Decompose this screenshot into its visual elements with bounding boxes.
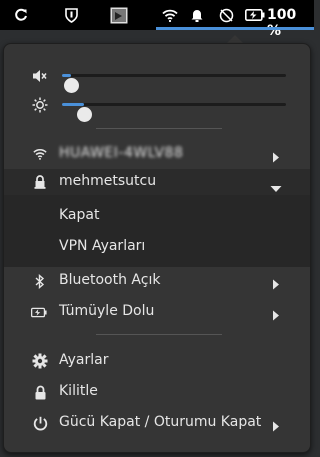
chevron-right-icon xyxy=(272,275,280,294)
vpn-lock-icon xyxy=(32,174,48,190)
chevron-right-icon xyxy=(272,148,280,167)
lock-icon xyxy=(32,384,48,400)
battery-menu-item[interactable]: Tümüyle Dolu xyxy=(4,296,310,327)
power-icon xyxy=(32,415,48,431)
bluetooth-label: Bluetooth Açık xyxy=(59,272,161,288)
brightness-slider[interactable] xyxy=(62,103,286,122)
brightness-icon xyxy=(32,97,48,117)
vpn-disconnect-item[interactable]: Kapat xyxy=(4,200,310,231)
wifi-icon xyxy=(32,146,48,162)
gear-icon xyxy=(32,353,48,369)
volume-slider-knob[interactable] xyxy=(64,78,79,93)
refresh-icon[interactable] xyxy=(12,0,30,30)
vpn-label: mehmetsutcu xyxy=(59,173,157,189)
vpn-settings-label: VPN Ayarları xyxy=(59,238,146,254)
separator xyxy=(96,334,222,335)
battery-label: Tümüyle Dolu xyxy=(59,303,155,319)
power-menu-item[interactable]: Gücü Kapat / Oturumu Kapat xyxy=(4,407,310,438)
volume-slider-fill xyxy=(62,74,71,77)
vpn-menu-item[interactable]: mehmetsutcu xyxy=(4,169,310,195)
vpn-submenu: Kapat VPN Ayarları xyxy=(4,195,310,267)
battery-icon xyxy=(31,304,47,320)
screen-icon[interactable] xyxy=(109,0,129,30)
lock-label: Kilitle xyxy=(59,383,98,399)
brightness-slider-fill xyxy=(62,103,84,106)
system-menu: HUAWEI-4WLV88 mehmetsutcu Kapat VPN Ayar… xyxy=(3,43,311,453)
separator xyxy=(96,128,222,129)
wifi-menu-item[interactable]: HUAWEI-4WLV88 xyxy=(4,138,310,169)
power-label: Gücü Kapat / Oturumu Kapat xyxy=(59,414,262,430)
top-bar: 100 % xyxy=(0,0,314,39)
vpn-disconnect-label: Kapat xyxy=(59,207,100,223)
wifi-network-name: HUAWEI-4WLV88 xyxy=(59,145,184,161)
chevron-right-icon xyxy=(272,306,280,325)
chevron-right-icon xyxy=(272,417,280,436)
notification-bell-icon[interactable] xyxy=(189,0,205,30)
brightness-slider-row xyxy=(4,92,310,122)
volume-icon xyxy=(32,68,48,88)
shield-icon[interactable] xyxy=(62,0,80,30)
volume-slider-row xyxy=(4,63,310,93)
battery-percentage: 100 % xyxy=(267,7,297,39)
settings-menu-item[interactable]: Ayarlar xyxy=(4,345,310,376)
active-indicator xyxy=(156,27,314,30)
do-not-disturb-icon[interactable] xyxy=(217,0,235,30)
bluetooth-icon xyxy=(32,273,48,289)
battery-charging-icon[interactable] xyxy=(244,0,266,30)
settings-label: Ayarlar xyxy=(59,352,109,368)
brightness-slider-knob[interactable] xyxy=(77,107,92,122)
wifi-icon[interactable] xyxy=(160,0,180,30)
bluetooth-menu-item[interactable]: Bluetooth Açık xyxy=(4,265,310,296)
lock-menu-item[interactable]: Kilitle xyxy=(4,376,310,407)
volume-slider[interactable] xyxy=(62,74,286,93)
vpn-settings-item[interactable]: VPN Ayarları xyxy=(4,231,310,262)
